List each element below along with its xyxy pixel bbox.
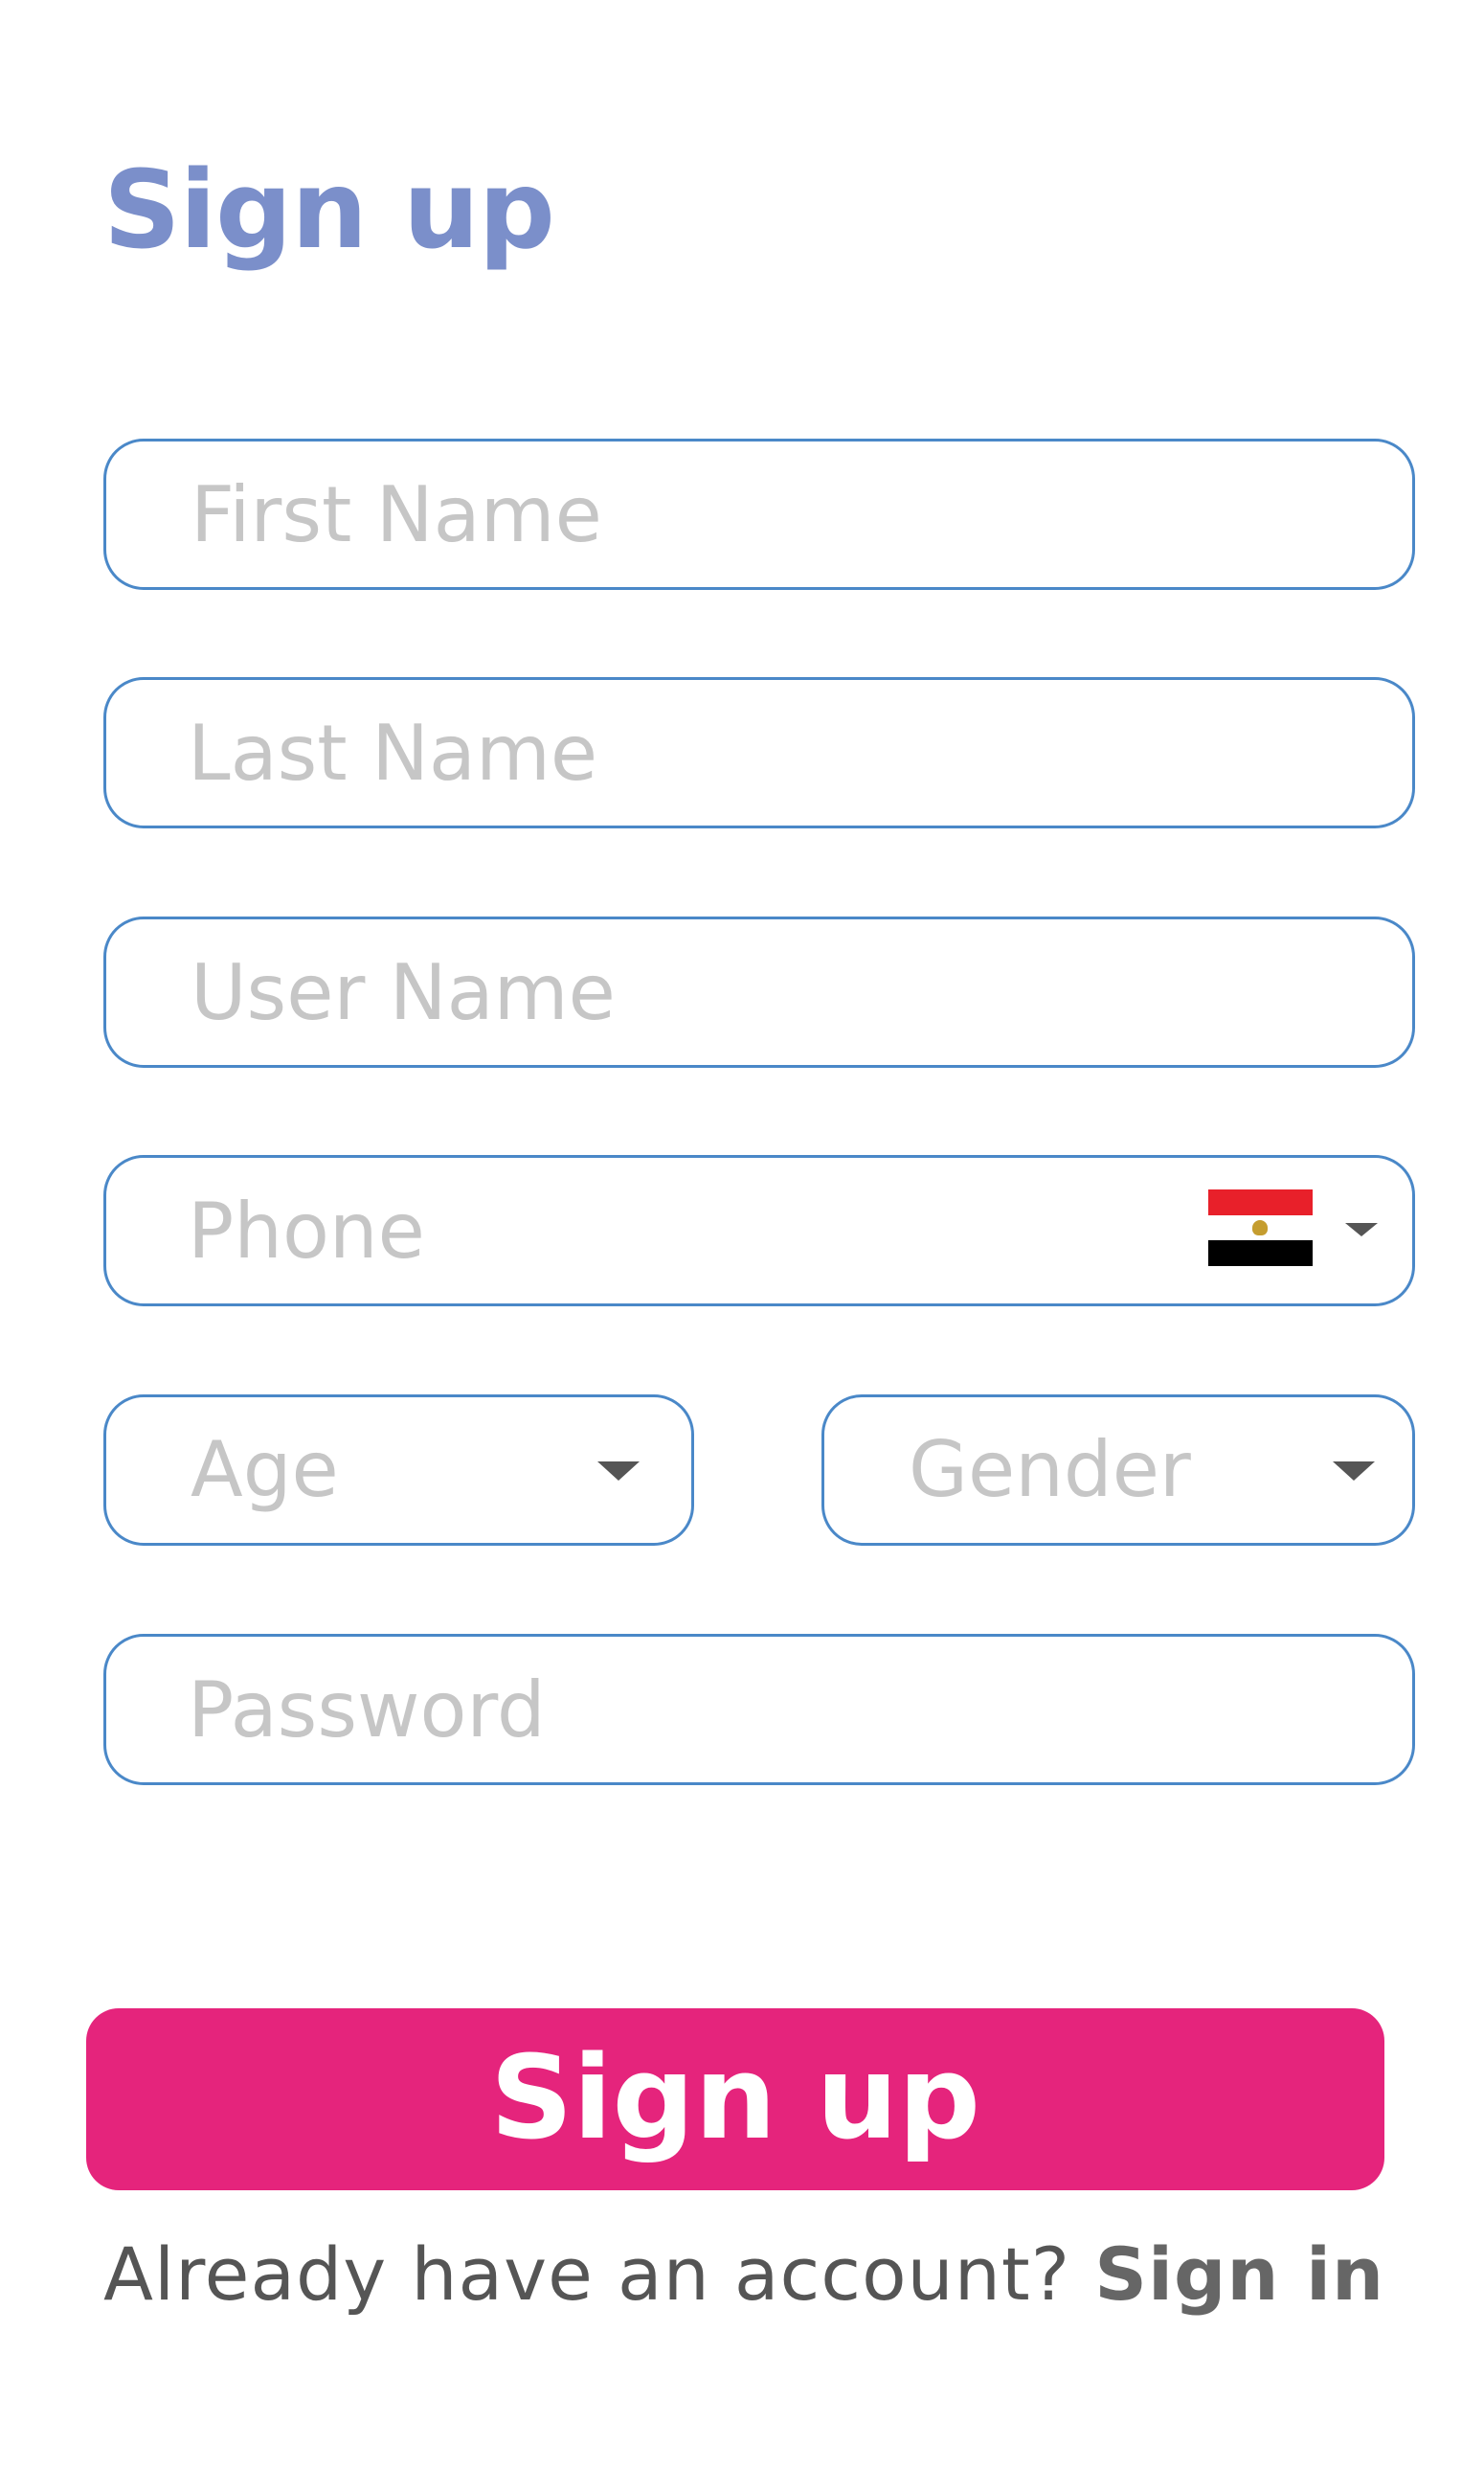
last-name-field[interactable] — [103, 677, 1415, 828]
signin-prompt: Already have an account? Sign in — [103, 2222, 1384, 2327]
user-name-field[interactable] — [103, 917, 1415, 1068]
country-caret-down-icon[interactable] — [1345, 1223, 1378, 1236]
age-select[interactable]: Age — [103, 1394, 694, 1546]
phone-input[interactable] — [188, 1158, 1182, 1303]
signin-prompt-text: Already have an account? — [103, 2231, 1095, 2317]
sign-in-link[interactable]: Sign in — [1094, 2231, 1384, 2317]
user-name-input[interactable] — [191, 919, 1374, 1065]
gender-select-label: Gender — [909, 1425, 1191, 1514]
sign-up-button[interactable]: Sign up — [86, 2008, 1384, 2190]
password-field[interactable] — [103, 1634, 1415, 1785]
age-caret-down-icon — [597, 1461, 640, 1481]
password-input[interactable] — [188, 1637, 1374, 1782]
page-title: Sign up — [103, 148, 555, 273]
age-select-label: Age — [191, 1425, 339, 1514]
first-name-input[interactable] — [191, 442, 1374, 587]
gender-caret-down-icon — [1333, 1461, 1375, 1481]
gender-select[interactable]: Gender — [821, 1394, 1415, 1546]
egypt-flag-icon[interactable] — [1208, 1189, 1313, 1266]
last-name-input[interactable] — [188, 680, 1374, 826]
first-name-field[interactable] — [103, 439, 1415, 590]
phone-field[interactable] — [103, 1155, 1415, 1306]
